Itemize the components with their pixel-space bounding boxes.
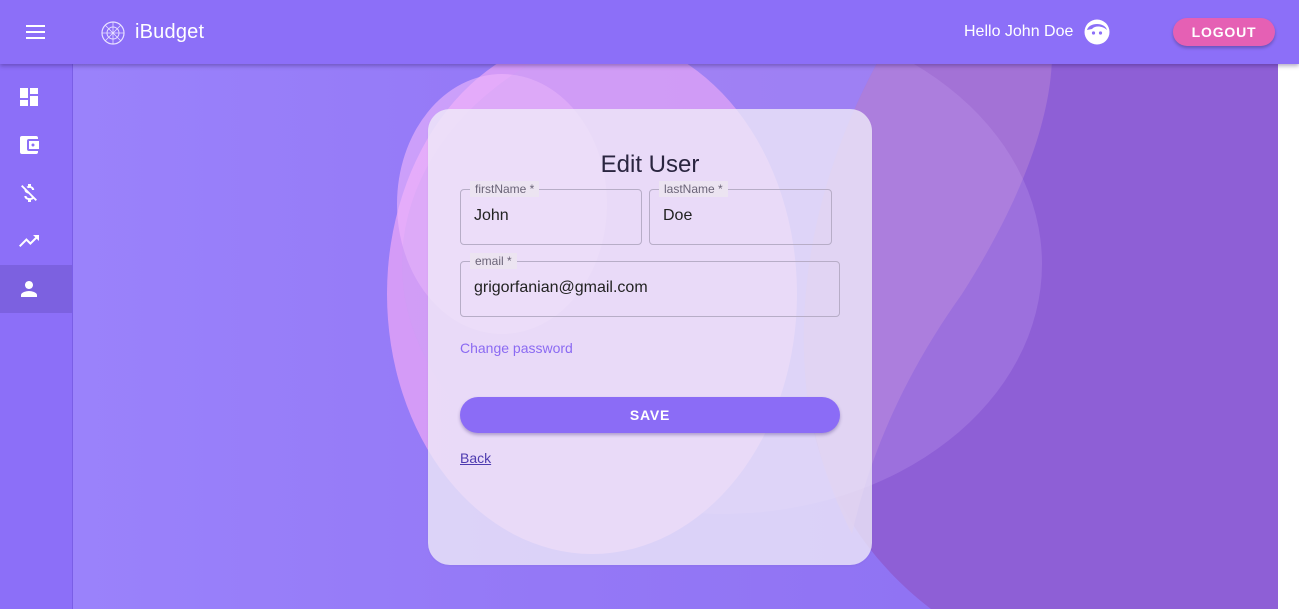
- logout-button[interactable]: LOGOUT: [1173, 18, 1275, 46]
- dashboard-icon: [20, 88, 38, 106]
- last-name-field[interactable]: lastName *: [649, 181, 832, 245]
- first-name-input[interactable]: [474, 207, 624, 225]
- first-name-field[interactable]: firstName *: [460, 181, 642, 245]
- first-name-label: firstName *: [470, 181, 540, 197]
- email-label: email *: [470, 253, 517, 269]
- sidebar-item-expenses[interactable]: [0, 169, 72, 217]
- person-icon: [21, 281, 37, 297]
- app-title: iBudget: [135, 21, 205, 43]
- user-greeting: Hello John Doe: [964, 23, 1074, 40]
- save-button[interactable]: SAVE: [460, 397, 840, 433]
- sidebar-item-wallet[interactable]: [0, 121, 72, 169]
- email-input[interactable]: [474, 279, 814, 297]
- email-field[interactable]: email *: [460, 253, 840, 317]
- logo-icon: [101, 21, 125, 45]
- sidebar: [0, 64, 73, 609]
- change-password-link[interactable]: Change password: [460, 340, 573, 356]
- scrollbar-track[interactable]: [1278, 64, 1299, 609]
- avatar-icon[interactable]: [1083, 18, 1111, 46]
- back-link[interactable]: Back: [460, 450, 491, 466]
- edit-user-card: Edit User firstName * lastName * email *…: [428, 109, 872, 565]
- sidebar-item-trends[interactable]: [0, 217, 72, 265]
- money-off-icon: [21, 184, 37, 202]
- page-title: Edit User: [600, 151, 700, 178]
- sidebar-item-profile[interactable]: [0, 265, 72, 313]
- last-name-input[interactable]: [663, 207, 813, 225]
- sidebar-item-dashboard[interactable]: [0, 73, 72, 121]
- trending-up-icon: [19, 235, 39, 247]
- wallet-icon: [20, 136, 39, 154]
- last-name-label: lastName *: [659, 181, 728, 197]
- app-bar: iBudget Hello John Doe LOGOUT: [0, 0, 1299, 64]
- menu-icon[interactable]: [22, 20, 50, 44]
